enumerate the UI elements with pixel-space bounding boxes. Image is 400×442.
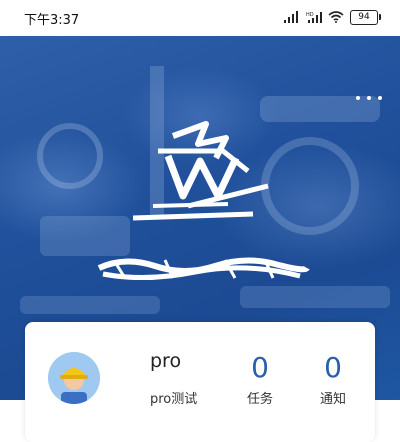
notices-label: 通知	[319, 392, 346, 407]
profile-card: pro pro测试 0 任务 0 通知	[25, 322, 375, 442]
signal-hd-icon: HD	[306, 12, 322, 23]
wifi-icon	[328, 11, 344, 23]
status-bar: 下午3:37 HD 94	[0, 0, 400, 36]
company-name-scribble	[97, 257, 310, 281]
tasks-label: 任务	[246, 392, 273, 407]
notices-stat[interactable]: 0 通知	[303, 350, 363, 407]
svg-text:HD: HD	[306, 12, 314, 18]
tasks-count: 0	[251, 351, 269, 384]
notices-count: 0	[324, 351, 342, 384]
user-name: pro	[150, 350, 182, 372]
status-icons: HD 94	[284, 9, 381, 25]
signal-icon	[284, 11, 298, 23]
more-options-button[interactable]	[356, 91, 382, 105]
battery-icon: 94	[350, 9, 381, 25]
more-dot	[367, 96, 371, 100]
tasks-stat[interactable]: 0 任务	[230, 350, 290, 407]
more-dot	[356, 96, 360, 100]
status-time: 下午3:37	[24, 13, 80, 28]
worker-helmet-avatar-icon[interactable]	[48, 352, 100, 404]
user-role: pro测试	[150, 392, 198, 407]
company-logo-icon	[132, 121, 269, 221]
more-dot	[378, 96, 382, 100]
